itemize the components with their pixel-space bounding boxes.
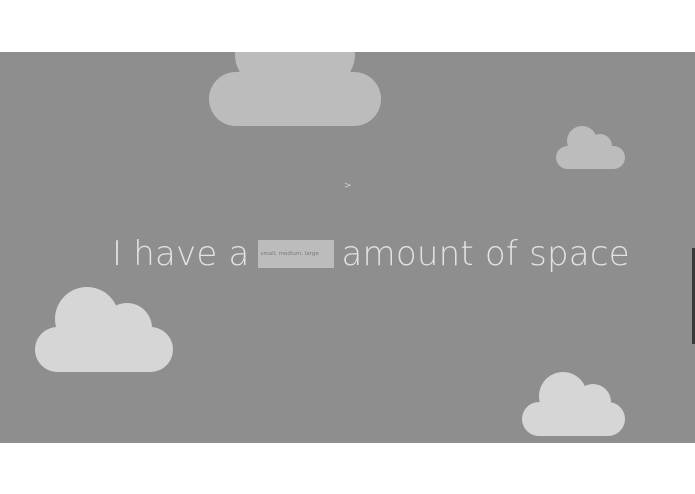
space-sentence: I have a amount of space bbox=[112, 232, 630, 276]
sentence-suffix: amount of space bbox=[341, 234, 630, 274]
cloud-left bbox=[35, 287, 173, 372]
sentence-prefix: I have a bbox=[112, 234, 250, 274]
sky-stage: > I have a amount of space bbox=[0, 52, 695, 443]
next-arrow-icon[interactable]: > bbox=[344, 180, 352, 192]
space-size-input[interactable] bbox=[257, 240, 334, 268]
cloud-small-right bbox=[556, 126, 625, 169]
cloud-bottom-right bbox=[522, 372, 625, 436]
cloud-top bbox=[209, 52, 381, 126]
